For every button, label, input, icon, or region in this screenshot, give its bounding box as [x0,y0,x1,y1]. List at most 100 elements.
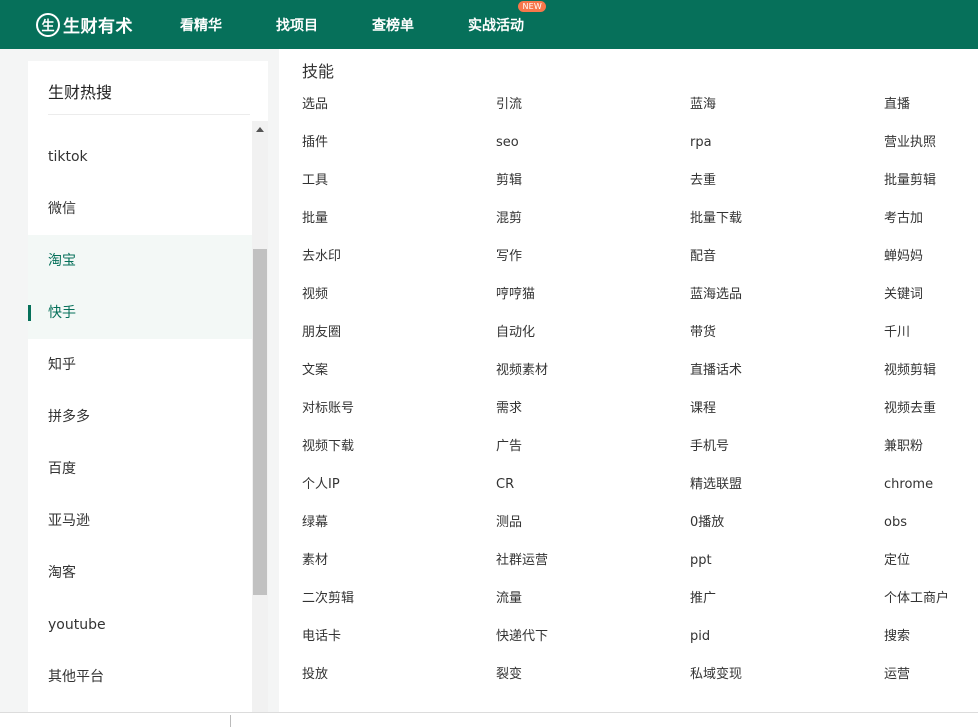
scrollbar-thumb[interactable] [253,249,267,595]
skill-tag[interactable]: rpa [690,133,884,171]
skill-tag[interactable]: 0播放 [690,513,884,551]
hot-search-sidebar: 生财热搜 tiktok 微信 淘宝 快手 知乎 拼多多 百度 亚马逊 淘客 youtube 其他平台 [28,61,268,727]
sidebar-item[interactable]: 淘客 [28,547,252,599]
skill-tag[interactable]: 考古加 [884,209,978,247]
sidebar-divider [48,114,250,115]
skill-tag[interactable]: 定位 [884,551,978,589]
sidebar-item[interactable]: 其他平台 [28,651,252,703]
skill-tag[interactable]: 选品 [302,95,496,133]
top-nav-bar: 生 生财有术 看精华 找项目 查榜单 实战活动 NEW [0,0,978,49]
new-badge: NEW [518,0,546,12]
logo-icon: 生 [36,12,60,37]
skill-tag[interactable]: 哼哼猫 [496,285,690,323]
platform-list: tiktok 微信 淘宝 快手 知乎 拼多多 百度 亚马逊 淘客 youtube 其他平台 [28,131,252,703]
skill-tag[interactable]: 自动化 [496,323,690,361]
skill-tag[interactable]: 带货 [690,323,884,361]
skill-tag[interactable]: 裂变 [496,665,690,703]
skill-tag[interactable]: 精选联盟 [690,475,884,513]
skill-tag[interactable]: chrome [884,475,978,513]
sidebar-item[interactable]: youtube [28,599,252,651]
skill-tag[interactable]: 手机号 [690,437,884,475]
skill-tag[interactable]: 批量 [302,209,496,247]
skill-tag[interactable]: 文案 [302,361,496,399]
skill-tag[interactable]: 投放 [302,665,496,703]
skill-tag-grid: 选品 引流 蓝海 直播插件 seo rpa 营业执照工具 剪辑 去重 批量剪辑批量 混剪 批量下载 考古… [302,95,978,703]
skill-tag[interactable]: 朋友圈 [302,323,496,361]
skill-tag[interactable]: 批量下载 [690,209,884,247]
sidebar-item[interactable]: 亚马逊 [28,495,252,547]
nav-item-label: 找项目 [276,17,318,34]
skill-tag[interactable]: obs [884,513,978,551]
skill-tag[interactable]: 剪辑 [496,171,690,209]
sidebar-item[interactable]: 快手 [28,287,252,339]
skill-tag[interactable]: 混剪 [496,209,690,247]
sidebar-item[interactable]: 微信 [28,183,252,235]
skill-tag[interactable]: 引流 [496,95,690,133]
sidebar-title: 生财热搜 [48,83,113,102]
skill-tag[interactable]: 视频剪辑 [884,361,978,399]
nav-item-highlights[interactable]: 看精华 [180,15,222,35]
scroll-up-arrow-icon[interactable] [256,127,264,132]
skill-tag[interactable]: 课程 [690,399,884,437]
status-bar [0,712,978,727]
skill-tag[interactable]: 直播话术 [690,361,884,399]
skill-tag[interactable]: 去重 [690,171,884,209]
skill-tag[interactable]: 流量 [496,589,690,627]
sidebar-item[interactable]: 淘宝 [28,235,252,287]
skill-tag[interactable]: 配音 [690,247,884,285]
skill-tag[interactable]: 个体工商户 [884,589,978,627]
skill-tag[interactable]: 电话卡 [302,627,496,665]
skill-tag[interactable]: 搜索 [884,627,978,665]
skill-tag[interactable]: 去水印 [302,247,496,285]
skill-tag[interactable]: 关键词 [884,285,978,323]
logo[interactable]: 生 生财有术 [36,12,148,37]
skill-tag[interactable]: 直播 [884,95,978,133]
skill-tag[interactable]: 广告 [496,437,690,475]
skill-tag[interactable]: 插件 [302,133,496,171]
section-title: 技能 [302,62,335,81]
skill-tag[interactable]: pid [690,627,884,665]
skill-tag[interactable]: 蝉妈妈 [884,247,978,285]
status-separator [230,715,231,727]
skill-tag[interactable]: 工具 [302,171,496,209]
nav-item-activities[interactable]: 实战活动 NEW [468,0,546,35]
skill-tag[interactable]: 社群运营 [496,551,690,589]
skill-tag[interactable]: 蓝海 [690,95,884,133]
skill-tag[interactable]: 快递代下 [496,627,690,665]
skill-tag[interactable]: 视频素材 [496,361,690,399]
skill-tag[interactable]: 绿幕 [302,513,496,551]
skill-tag[interactable]: seo [496,133,690,171]
skill-tag[interactable]: 个人IP [302,475,496,513]
skill-tag[interactable]: 批量剪辑 [884,171,978,209]
skill-tag[interactable]: 视频去重 [884,399,978,437]
sidebar-scrollbar[interactable] [252,121,268,727]
skill-tag[interactable]: 视频 [302,285,496,323]
skill-tag[interactable]: 私域变现 [690,665,884,703]
sidebar-item[interactable]: tiktok [28,131,252,183]
sidebar-item[interactable]: 拼多多 [28,391,252,443]
skill-tag[interactable]: 二次剪辑 [302,589,496,627]
nav-item-label: 查榜单 [372,17,414,34]
skill-tag[interactable]: 兼职粉 [884,437,978,475]
skill-tag[interactable]: 测品 [496,513,690,551]
skill-tag[interactable]: CR [496,475,690,513]
sidebar-item[interactable]: 知乎 [28,339,252,391]
skill-tag[interactable]: 视频下载 [302,437,496,475]
logo-text: 生财有术 [63,17,133,37]
skill-tag[interactable]: 运营 [884,665,978,703]
skill-tag[interactable]: 对标账号 [302,399,496,437]
main-content: 技能 选品 引流 蓝海 直播插件 seo rpa 营业执照工具 剪辑 去重 批量剪辑批量 混剪 批量下… [279,49,978,727]
skill-tag[interactable]: 蓝海选品 [690,285,884,323]
skill-tag[interactable]: ppt [690,551,884,589]
skill-tag[interactable]: 写作 [496,247,690,285]
skill-tag[interactable]: 千川 [884,323,978,361]
nav-item-label: 看精华 [180,17,222,34]
nav-item-label: 实战活动 [468,17,524,34]
nav-item-projects[interactable]: 找项目 [276,15,318,35]
nav-item-rankings[interactable]: 查榜单 [372,15,414,35]
sidebar-item[interactable]: 百度 [28,443,252,495]
skill-tag[interactable]: 需求 [496,399,690,437]
skill-tag[interactable]: 营业执照 [884,133,978,171]
skill-tag[interactable]: 素材 [302,551,496,589]
skill-tag[interactable]: 推广 [690,589,884,627]
